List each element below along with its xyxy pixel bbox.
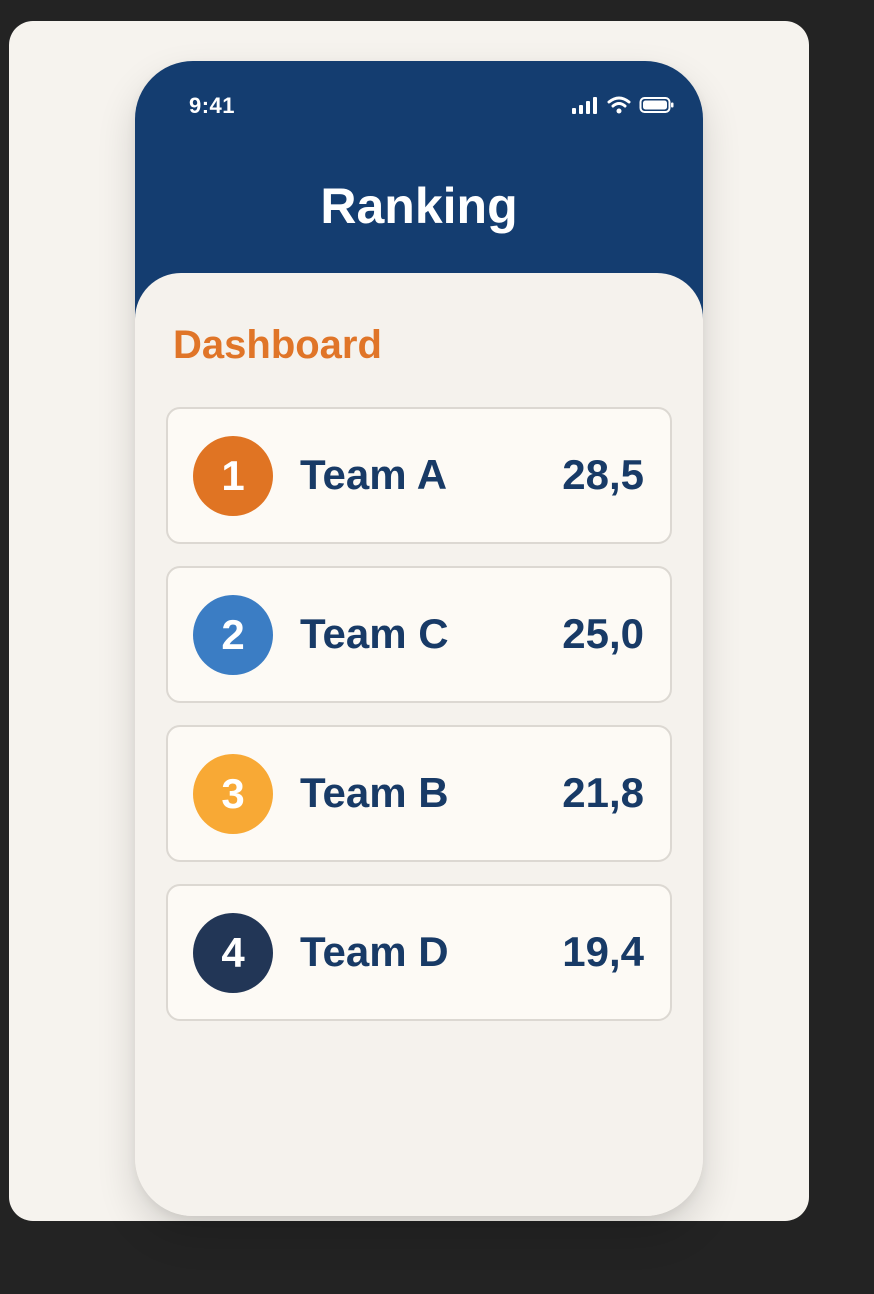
- cellular-signal-icon: [571, 96, 599, 119]
- status-time: 9:41: [189, 93, 236, 118]
- battery-icon: [639, 96, 675, 119]
- rank-badge: 2: [193, 595, 273, 675]
- content-panel: Dashboard 1 Team A 28,5 2 Team C 25,0 3 …: [135, 273, 703, 1216]
- wifi-icon: [607, 96, 631, 119]
- team-score: 28,5: [562, 451, 644, 498]
- team-score: 21,8: [562, 769, 644, 816]
- team-score: 25,0: [562, 610, 644, 657]
- rank-badge: 3: [193, 754, 273, 834]
- ranking-row[interactable]: 2 Team C 25,0: [166, 566, 672, 703]
- ranking-row[interactable]: 1 Team A 28,5: [166, 407, 672, 544]
- ranking-row[interactable]: 4 Team D 19,4: [166, 884, 672, 1021]
- team-name: Team C: [300, 610, 449, 657]
- status-icons: [571, 96, 675, 119]
- section-title: Dashboard: [173, 323, 382, 367]
- team-name: Team A: [300, 451, 448, 498]
- team-name: Team B: [300, 769, 449, 816]
- ranking-row[interactable]: 3 Team B 21,8: [166, 725, 672, 862]
- ranking-list: 1 Team A 28,5 2 Team C 25,0 3 Team B 21,…: [166, 407, 672, 1043]
- phone-frame: 9:41 Ranking Dashboard 1 Team A 28,5 2 T…: [135, 61, 703, 1216]
- rank-badge: 4: [193, 913, 273, 993]
- team-name: Team D: [300, 928, 449, 975]
- rank-badge: 1: [193, 436, 273, 516]
- background-card: 9:41 Ranking Dashboard 1 Team A 28,5 2 T…: [9, 21, 809, 1221]
- page-title: Ranking: [320, 178, 518, 234]
- team-score: 19,4: [562, 928, 644, 975]
